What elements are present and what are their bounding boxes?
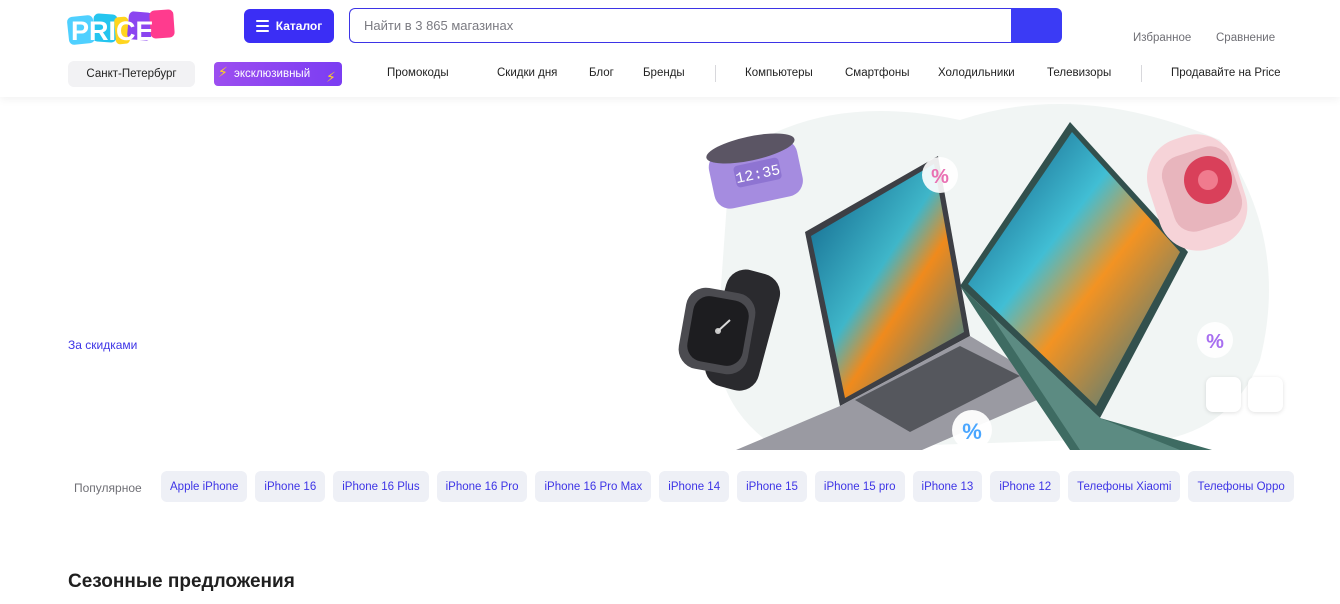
popular-label: Популярное: [74, 481, 142, 495]
popular-chip[interactable]: iPhone 16 Plus: [333, 471, 429, 502]
nav-category-tvs[interactable]: Телевизоры: [1047, 67, 1111, 79]
catalog-button-label: Каталог: [275, 19, 323, 33]
compare-link[interactable]: Сравнение: [1216, 32, 1275, 44]
popular-chip[interactable]: iPhone 14: [659, 471, 730, 502]
hero-next-button[interactable]: [1248, 377, 1283, 412]
logo-icon: PRICE: [67, 9, 175, 46]
lightning-icon: ⚡: [326, 69, 336, 85]
lightning-icon: ⚡: [218, 64, 228, 80]
popular-chip[interactable]: iPhone 16: [255, 471, 326, 502]
popular-chip[interactable]: iPhone 15 pro: [814, 471, 905, 502]
popular-chips: Apple iPhone iPhone 16 iPhone 16 Plus iP…: [161, 471, 1294, 502]
seasonal-offers-title: Сезонные предложения: [68, 571, 295, 592]
search-input[interactable]: [349, 8, 1013, 43]
nav-promocodes[interactable]: Промокоды: [387, 67, 449, 79]
svg-text:%: %: [962, 419, 982, 444]
popular-chip[interactable]: iPhone 16 Pro: [436, 471, 528, 502]
hero-banner[interactable]: 12:35 % % %: [660, 100, 1284, 450]
search-button[interactable]: [1011, 8, 1062, 43]
nav-category-computers[interactable]: Компьютеры: [745, 67, 813, 79]
site-header: PRICE Каталог Избранное Сравнение Санкт-…: [0, 0, 1340, 97]
svg-text:%: %: [1206, 331, 1224, 353]
nav-brands[interactable]: Бренды: [643, 67, 685, 79]
favorites-link[interactable]: Избранное: [1133, 32, 1191, 44]
hero-prev-button[interactable]: [1206, 377, 1241, 412]
svg-text:%: %: [931, 166, 949, 188]
nav-blog[interactable]: Блог: [589, 67, 614, 79]
nav-category-fridges[interactable]: Холодильники: [938, 67, 1015, 79]
popular-chip[interactable]: Apple iPhone: [161, 471, 248, 502]
city-selector[interactable]: Санкт-Петербург: [68, 61, 195, 87]
percent-icon: %: [952, 410, 992, 450]
popular-chip[interactable]: iPhone 13: [912, 471, 983, 502]
nav-daily-deals[interactable]: Скидки дня: [497, 67, 557, 79]
popular-chip[interactable]: iPhone 16 Pro Max: [535, 471, 652, 502]
percent-icon: %: [1197, 322, 1233, 358]
popular-chip[interactable]: Телефоны Xiaomi: [1068, 471, 1181, 502]
hero-products-image: 12:35 % % %: [678, 104, 1269, 450]
popular-chip[interactable]: iPhone 12: [990, 471, 1061, 502]
promo-discounts-link[interactable]: За скидками: [68, 338, 137, 352]
price-logo[interactable]: PRICE: [66, 6, 178, 48]
nav-divider: [715, 65, 716, 82]
catalog-button[interactable]: Каталог: [244, 9, 334, 43]
svg-text:PRICE: PRICE: [71, 16, 154, 46]
nav-category-smartphones[interactable]: Смартфоны: [845, 67, 910, 79]
search-bar: [349, 8, 1062, 43]
popular-chip[interactable]: Телефоны Oppo: [1188, 471, 1294, 502]
percent-icon: %: [922, 157, 958, 193]
exclusive-badge-label: эксклюзивный: [234, 68, 311, 80]
exclusive-badge[interactable]: ⚡ эксклюзивный ⚡: [214, 62, 342, 86]
sell-on-price-link[interactable]: Продавайте на Price: [1171, 67, 1281, 79]
popular-chip[interactable]: iPhone 15: [737, 471, 807, 502]
nav-divider: [1141, 65, 1142, 82]
burger-icon: [255, 20, 269, 32]
